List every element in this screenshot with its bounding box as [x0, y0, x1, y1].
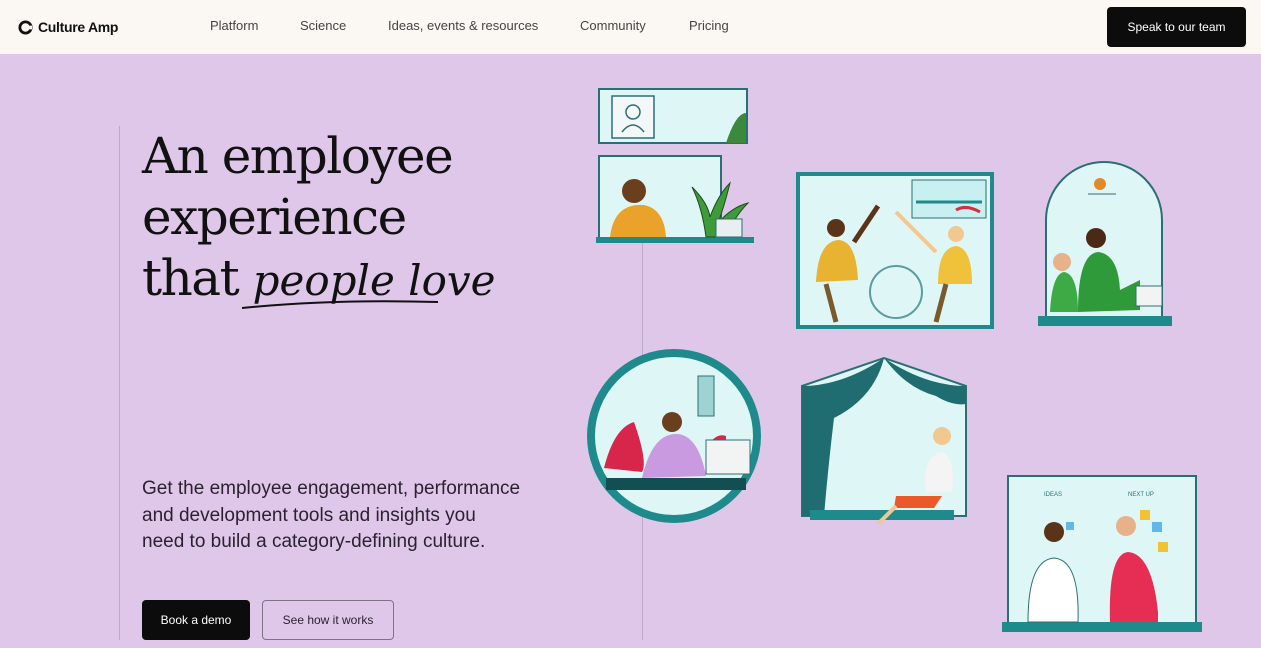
illustration-high-five-meeting: [796, 172, 994, 329]
illustration-person-with-plant: [596, 155, 754, 243]
board-label-ideas: IDEAS: [1044, 492, 1062, 498]
hero-subheadline: Get the employee engagement, performance…: [142, 478, 521, 552]
board-label-next-up: NEXT UP: [1128, 492, 1154, 498]
book-demo-button[interactable]: Book a demo: [142, 600, 250, 640]
logo-text: Culture Amp: [38, 19, 119, 35]
headline-line-2: experience: [142, 188, 407, 246]
illustration-round-window-desk: [587, 349, 761, 523]
nav-link-science[interactable]: Science: [300, 18, 346, 33]
illustration-arched-window-coworkers: [1038, 161, 1172, 326]
nav-link-pricing[interactable]: Pricing: [689, 18, 729, 33]
nav-link-platform[interactable]: Platform: [210, 18, 258, 33]
speak-to-team-button[interactable]: Speak to our team: [1107, 7, 1246, 47]
nav-link-community[interactable]: Community: [580, 18, 646, 33]
headline-underline-stroke: [241, 300, 439, 309]
culture-amp-logo[interactable]: Culture Amp: [18, 16, 118, 38]
illustration-curtain-window-reader: [801, 356, 967, 524]
top-navigation: Culture Amp Platform Science Ideas, even…: [0, 0, 1261, 54]
illustration-profile-card: [598, 88, 748, 144]
see-how-it-works-button[interactable]: See how it works: [262, 600, 394, 640]
headline-line-1: An employee: [142, 127, 454, 185]
decorative-divider-left: [119, 126, 120, 640]
illustration-ideas-board-team: IDEAS NEXT UP: [1002, 475, 1202, 632]
hero-headline: An employee experience that people love: [142, 126, 495, 311]
nav-link-ideas-events-resources[interactable]: Ideas, events & resources: [388, 18, 538, 33]
headline-line-3-prefix: that: [142, 249, 240, 307]
culture-amp-logo-icon: [18, 19, 33, 35]
